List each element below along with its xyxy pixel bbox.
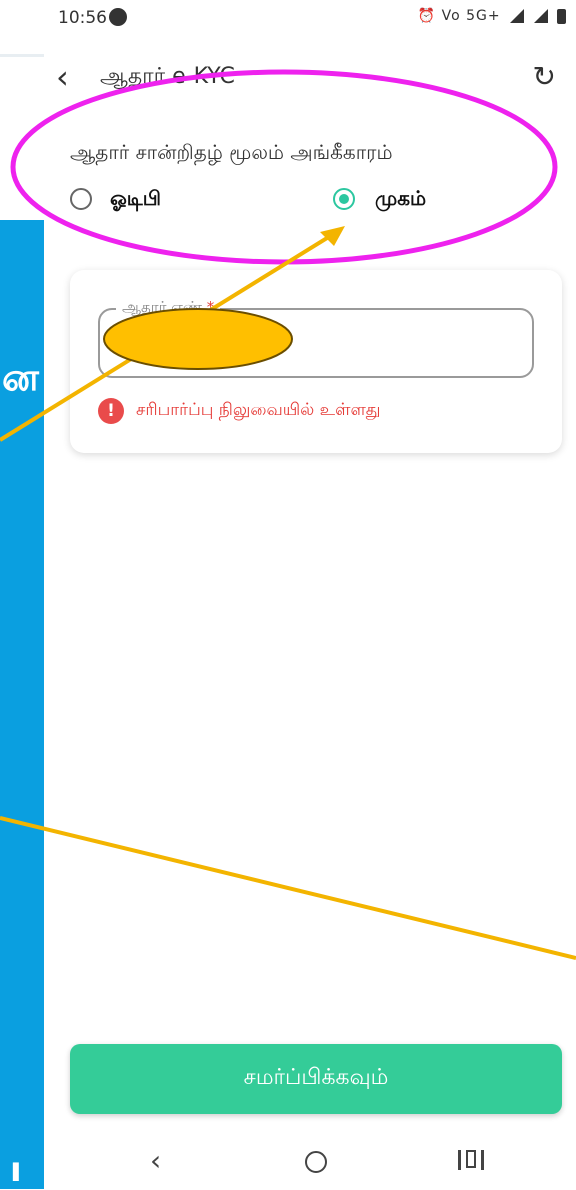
annotation-overlay [0, 69, 576, 960]
highlight-ring [10, 69, 558, 265]
redaction-blob [103, 308, 293, 370]
annotation-line-2 [0, 816, 576, 960]
arrow-head [320, 226, 345, 246]
